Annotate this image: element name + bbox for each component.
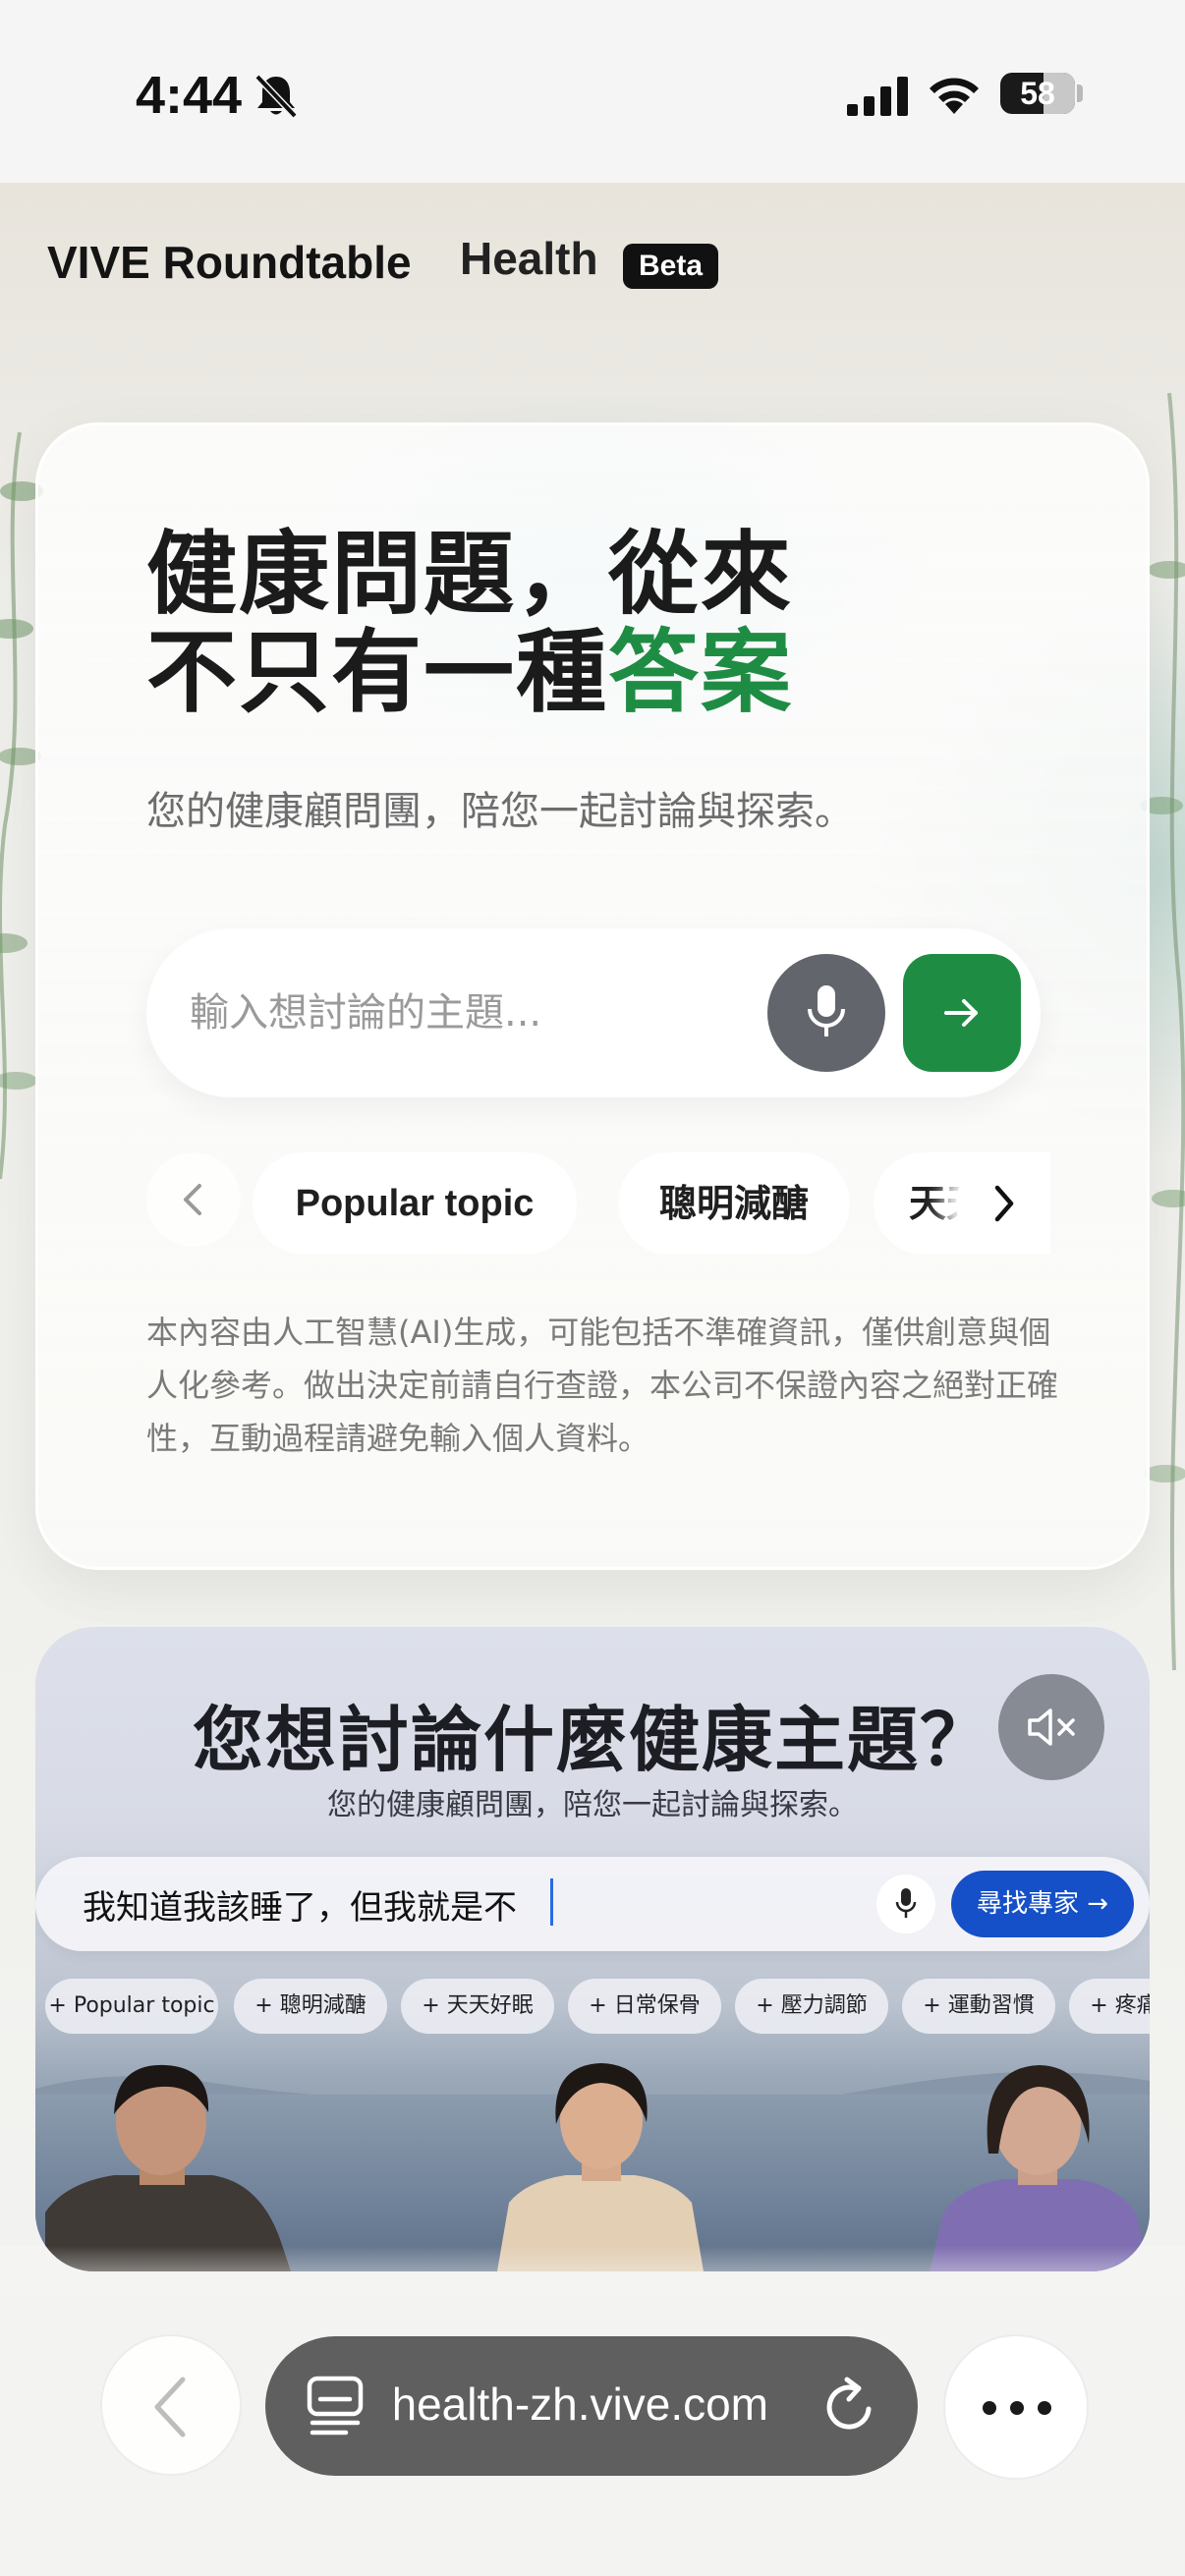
topic-search-bar [146,928,1041,1097]
browser-back-button[interactable] [100,2334,242,2476]
topic-carousel: Popular topic 聰明減醣 天天 [146,1152,1050,1255]
wifi-icon [930,78,979,114]
url-text: health-zh.vive.com [395,2379,768,2430]
reload-icon[interactable] [821,2376,880,2436]
carousel-prev-button[interactable] [146,1152,241,1247]
video-preview-card[interactable]: 您想討論什麼健康主題？ 您的健康顧問團，陪您一起討論與探索。 我知道我該睡了，但… [35,1627,1150,2271]
hero-title-line2-prefix: 不只有一種 [146,620,609,725]
more-dot [1010,2401,1024,2415]
status-bar: 4:44 58 [0,0,1185,183]
cellular-signal-icon [847,77,908,116]
arrow-right-icon [944,999,978,1027]
person-illustration-right [930,2065,1150,2271]
find-expert-button: 尋找專家 → [951,1871,1134,1937]
brand-name[interactable]: VIVE Roundtable [47,236,412,289]
battery-percentage: 58 [1020,76,1055,111]
bell-off-icon [254,74,298,119]
beta-badge: Beta [623,244,719,289]
voice-input-button[interactable] [767,954,885,1072]
mute-button[interactable] [998,1674,1104,1780]
person-illustration-left [45,2064,291,2271]
carousel-next-button[interactable] [956,1156,1050,1251]
more-dot [1038,2401,1051,2415]
hero-subtitle: 您的健康顧問團，陪您一起討論與探索。 [146,789,854,834]
speaker-muted-icon [1028,1708,1075,1746]
address-bar[interactable]: health-zh.vive.com [265,2336,918,2476]
topic-chip[interactable]: Popular topic [253,1152,577,1255]
video-topic-chip: + Popular topic [45,1979,218,2034]
battery-icon: 58 [1000,73,1075,114]
more-dot [983,2401,996,2415]
chevron-left-icon [184,1184,201,1215]
microphone-icon [808,985,845,1036]
video-search-bar: 我知道我該睡了，但我就是不 尋找專家 → [35,1857,1150,1951]
video-topic-chips: + Popular topic + 聰明減醣 + 天天好眠 + 日常保骨 + 壓… [45,1979,1150,2034]
topic-search-input[interactable] [190,983,740,1042]
video-topic-chip: + 天天好眠 [401,1979,554,2034]
video-topic-chip: + 壓力調節 [735,1979,888,2034]
person-illustration-center [497,2063,704,2271]
submit-topic-button[interactable] [903,954,1021,1072]
status-time: 4:44 [136,66,243,125]
reader-mode-icon [307,2376,364,2436]
video-search-text: 我知道我該睡了，但我就是不 [83,1888,517,1928]
video-topic-chip: + 運動習慣 [902,1979,1055,2034]
video-mic-button [876,1875,935,1933]
battery-cap [1077,84,1083,102]
more-options-button[interactable] [943,2334,1089,2480]
chevron-right-icon [994,1185,1014,1222]
hero-title-line2: 不只有一種答案 [146,624,1031,722]
hero-title-accent: 答案 [608,620,794,725]
video-title: 您想討論什麼健康主題？ [192,1699,992,1781]
video-subtitle: 您的健康顧問團，陪您一起討論與探索。 [327,1788,858,1822]
topic-chip[interactable]: 聰明減醣 [618,1152,850,1255]
microphone-icon [895,1888,917,1918]
text-caret [550,1878,553,1926]
hero-title-line1: 健康問題，從來 [146,522,794,627]
video-topic-chip: + 聰明減醣 [234,1979,387,2034]
video-topic-chip: + 日常保骨 [568,1979,721,2034]
hero-card: 健康問題，從來 不只有一種答案 您的健康顧問團，陪您一起討論與探索。 Popul… [35,422,1150,1570]
hero-title: 健康問題，從來 不只有一種答案 [146,526,1031,722]
product-name: Health [460,233,598,284]
video-topic-chip: + 疼痛管理 [1069,1979,1150,2034]
ai-disclaimer: 本內容由人工智慧(AI)生成，可能包括不準確資訊，僅供創意與個人化參考。做出決定… [146,1314,1059,1457]
chevron-left-icon [154,2377,186,2437]
